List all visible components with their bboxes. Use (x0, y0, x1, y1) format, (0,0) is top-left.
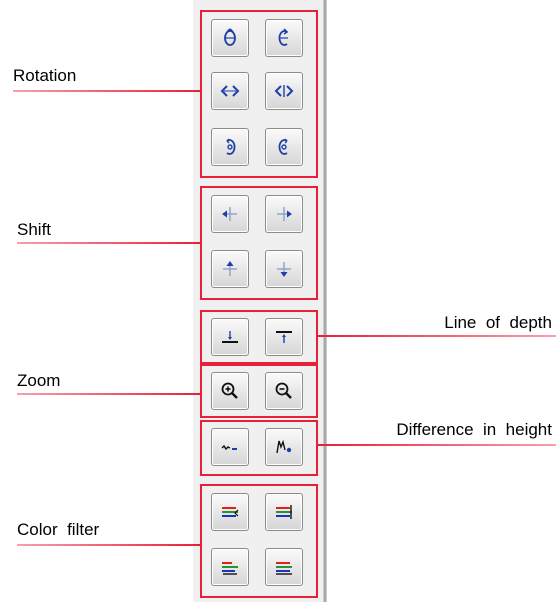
difference-in-height-label: Difference in height (396, 420, 552, 439)
rotate-right-icon (274, 85, 294, 97)
depth-line-down-icon (222, 331, 238, 343)
rotate-ccw-icon (226, 138, 236, 155)
rotate-ccw-button[interactable] (211, 128, 249, 166)
rotate-down-icon (278, 28, 289, 46)
rotation-leader-line (13, 90, 200, 92)
shift-left-icon (222, 207, 237, 221)
difference-in-height-leader-line (318, 444, 556, 446)
color-filter-1-button[interactable] (211, 493, 249, 531)
color-filter-3-icon (222, 562, 238, 575)
depth-line-up-button[interactable] (265, 318, 303, 356)
rotate-up-button[interactable] (211, 19, 249, 57)
height-low-button[interactable] (211, 428, 249, 466)
line-of-depth-leader-line (318, 335, 556, 337)
shift-up-button[interactable] (211, 250, 249, 288)
shift-right-button[interactable] (265, 195, 303, 233)
zoom-leader-line (17, 393, 200, 395)
color-filter-4-icon (276, 562, 292, 575)
zoom-label: Zoom (17, 371, 61, 390)
shift-down-icon (277, 262, 291, 277)
rotate-right-button[interactable] (265, 72, 303, 110)
height-low-icon (221, 444, 237, 451)
rotate-down-button[interactable] (265, 19, 303, 57)
color-filter-4-button[interactable] (265, 548, 303, 586)
zoom-out-icon (275, 382, 292, 399)
rotate-up-icon (224, 28, 236, 46)
depth-line-up-icon (276, 331, 292, 343)
color-filter-2-icon (276, 505, 292, 519)
shift-label: Shift (17, 220, 52, 239)
color-filter-leader-line (17, 544, 200, 546)
zoom-out-button[interactable] (265, 372, 303, 410)
rotate-cw-icon (278, 138, 288, 155)
line-of-depth-label: Line of depth (444, 313, 552, 332)
shift-left-button[interactable] (211, 195, 249, 233)
zoom-in-icon (221, 382, 238, 399)
rotation-label: Rotation (13, 66, 77, 85)
rotate-cw-button[interactable] (265, 128, 303, 166)
rotate-left-button[interactable] (211, 72, 249, 110)
shift-up-icon (223, 261, 237, 276)
panel-divider (323, 0, 327, 602)
zoom-in-button[interactable] (211, 372, 249, 410)
shift-leader-line (17, 242, 200, 244)
depth-line-down-button[interactable] (211, 318, 249, 356)
color-filter-3-button[interactable] (211, 548, 249, 586)
height-high-button[interactable] (265, 428, 303, 466)
shift-right-icon (277, 207, 292, 221)
shift-down-button[interactable] (265, 250, 303, 288)
height-high-icon (276, 439, 292, 454)
color-filter-1-icon (222, 507, 239, 517)
color-filter-2-button[interactable] (265, 493, 303, 531)
rotate-left-icon (220, 85, 240, 97)
color-filter-label: Color filter (17, 520, 100, 539)
